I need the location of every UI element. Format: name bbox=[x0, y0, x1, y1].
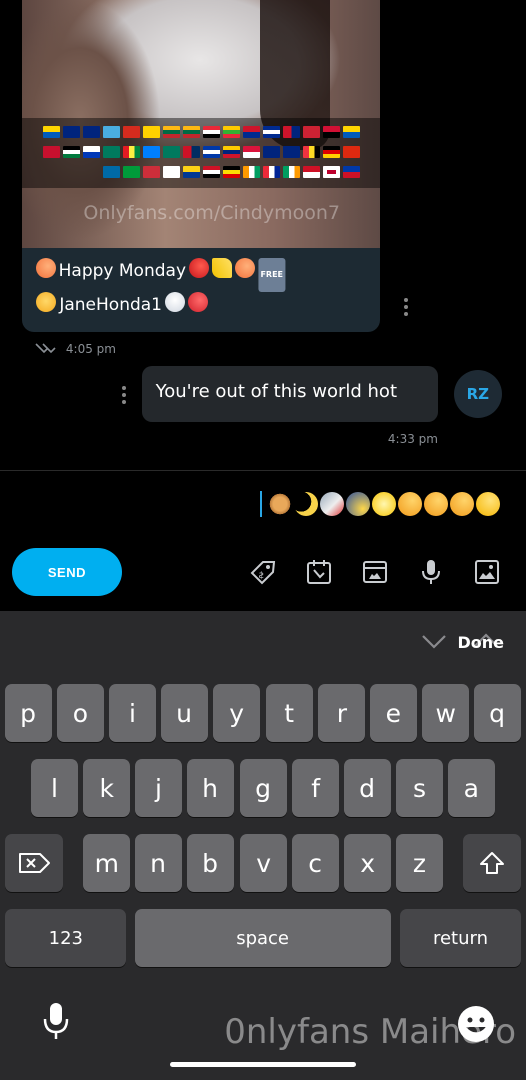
done-button[interactable]: Done bbox=[457, 633, 504, 652]
outgoing-message-text: You're out of this world hot bbox=[156, 381, 398, 402]
key-i[interactable]: i bbox=[109, 684, 156, 742]
smiling-hearts-icon bbox=[398, 492, 422, 516]
key-t[interactable]: t bbox=[266, 684, 313, 742]
return-key[interactable]: return bbox=[400, 909, 521, 967]
outgoing-message-bubble[interactable]: You're out of this world hot bbox=[142, 366, 438, 422]
chevron-down-icon[interactable] bbox=[420, 631, 448, 651]
ringed-planet-icon bbox=[268, 492, 292, 516]
key-z[interactable]: z bbox=[396, 834, 443, 892]
bottom-watermark: 0nlyfans Maihero bbox=[224, 1012, 516, 1052]
schedule-icon[interactable] bbox=[304, 557, 334, 587]
ghost-icon bbox=[164, 292, 185, 312]
price-tag-icon[interactable]: $ bbox=[248, 557, 278, 587]
key-n[interactable]: n bbox=[135, 834, 182, 892]
peach-icon bbox=[36, 258, 56, 278]
dictation-mic-icon[interactable] bbox=[42, 1001, 70, 1041]
caption-line-2: JaneHonda1 bbox=[36, 292, 366, 318]
key-h[interactable]: h bbox=[187, 759, 234, 817]
image-icon[interactable] bbox=[472, 557, 502, 587]
send-button[interactable]: SEND bbox=[12, 548, 122, 596]
media-post-card[interactable]: Onlyfans.com/Cindymoon7 FREE Happy Monda… bbox=[22, 0, 380, 332]
flag-banner bbox=[22, 118, 380, 188]
space-key[interactable]: space bbox=[135, 909, 391, 967]
backspace-icon bbox=[19, 853, 50, 873]
read-ticks-icon bbox=[35, 343, 56, 354]
message-timestamp: 4:33 pm bbox=[387, 432, 438, 446]
svg-text:$: $ bbox=[258, 571, 264, 581]
key-b[interactable]: b bbox=[187, 834, 234, 892]
post-photo[interactable]: Onlyfans.com/Cindymoon7 bbox=[22, 0, 380, 248]
key-w[interactable]: w bbox=[422, 684, 469, 742]
banana-icon bbox=[212, 258, 233, 278]
key-c[interactable]: c bbox=[292, 834, 339, 892]
key-o[interactable]: o bbox=[57, 684, 104, 742]
rocket-icon bbox=[320, 492, 344, 516]
key-q[interactable]: q bbox=[474, 684, 521, 742]
photo-watermark: Onlyfans.com/Cindymoon7 bbox=[83, 202, 340, 224]
shooting-star-icon bbox=[346, 492, 370, 516]
numbers-key[interactable]: 123 bbox=[5, 909, 126, 967]
microphone-icon[interactable] bbox=[416, 557, 446, 587]
flag-row-3 bbox=[40, 166, 360, 180]
text-cursor bbox=[260, 491, 262, 517]
key-s[interactable]: s bbox=[396, 759, 443, 817]
flag-row-1 bbox=[40, 126, 360, 140]
avatar[interactable]: RZ bbox=[454, 370, 502, 418]
caption-happy-monday: Happy Monday bbox=[59, 261, 187, 281]
key-p[interactable]: p bbox=[5, 684, 52, 742]
keyboard: q w e r t y u i o p a s d f g h j k l z … bbox=[0, 675, 526, 1080]
post-timestamp: 4:05 pm bbox=[65, 342, 116, 356]
smiling-hearts-icon bbox=[450, 492, 474, 516]
post-caption: FREE Happy Monday JaneHonda1 bbox=[36, 258, 366, 318]
key-y[interactable]: y bbox=[213, 684, 260, 742]
home-indicator[interactable] bbox=[170, 1062, 356, 1067]
heart-eyes-icon bbox=[476, 492, 500, 516]
caption-username: JaneHonda1 bbox=[59, 295, 162, 315]
key-k[interactable]: k bbox=[83, 759, 130, 817]
post-menu-icon[interactable] bbox=[404, 298, 408, 316]
message-input[interactable] bbox=[260, 489, 500, 519]
key-f[interactable]: f bbox=[292, 759, 339, 817]
key-x[interactable]: x bbox=[344, 834, 391, 892]
key-a[interactable]: a bbox=[448, 759, 495, 817]
crescent-moon-icon bbox=[294, 492, 318, 516]
caption-line-1: FREE Happy Monday bbox=[36, 258, 366, 292]
flag-row-2 bbox=[40, 146, 360, 160]
glowing-star-icon bbox=[372, 492, 396, 516]
shift-key[interactable] bbox=[463, 834, 521, 892]
message-menu-icon[interactable] bbox=[122, 386, 126, 404]
peach-icon bbox=[235, 258, 256, 278]
apple-icon bbox=[189, 258, 210, 278]
boxing-glove-icon bbox=[187, 292, 208, 312]
key-j[interactable]: j bbox=[135, 759, 182, 817]
key-r[interactable]: r bbox=[318, 684, 365, 742]
chat-area: Onlyfans.com/Cindymoon7 FREE Happy Monda… bbox=[0, 0, 526, 470]
keyboard-toolbar: Done bbox=[0, 611, 526, 675]
key-d[interactable]: d bbox=[344, 759, 391, 817]
cat-face-icon bbox=[36, 292, 56, 312]
key-g[interactable]: g bbox=[240, 759, 287, 817]
free-tag: FREE bbox=[258, 258, 285, 292]
smiling-hearts-icon bbox=[424, 492, 448, 516]
key-m[interactable]: m bbox=[83, 834, 130, 892]
key-l[interactable]: l bbox=[31, 759, 78, 817]
key-e[interactable]: e bbox=[370, 684, 417, 742]
backspace-key[interactable] bbox=[5, 834, 63, 892]
key-u[interactable]: u bbox=[161, 684, 208, 742]
shift-icon bbox=[480, 852, 504, 874]
vault-icon[interactable] bbox=[360, 557, 390, 587]
key-v[interactable]: v bbox=[240, 834, 287, 892]
